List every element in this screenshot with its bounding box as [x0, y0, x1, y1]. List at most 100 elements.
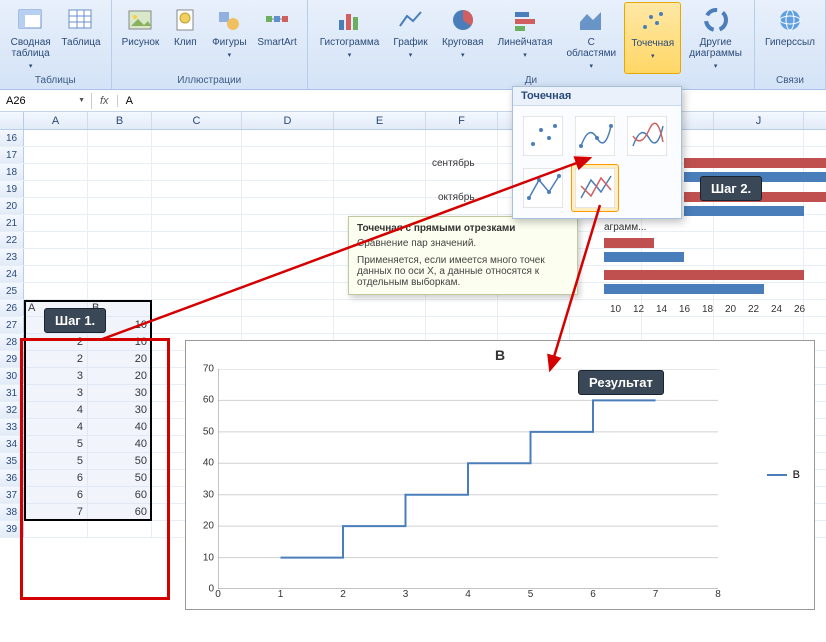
cell[interactable]	[334, 181, 426, 197]
cell[interactable]	[334, 164, 426, 180]
col-header-E[interactable]: E	[334, 112, 426, 129]
cell[interactable]: 5	[24, 453, 88, 469]
row-header[interactable]: 25	[0, 283, 24, 299]
cell[interactable]	[24, 266, 88, 282]
scatter-straight-markers[interactable]	[519, 164, 567, 212]
cell[interactable]: 50	[88, 470, 152, 486]
col-header-C[interactable]: C	[152, 112, 242, 129]
cell[interactable]	[152, 164, 242, 180]
cell[interactable]: 50	[88, 453, 152, 469]
cell[interactable]	[570, 317, 642, 333]
cell[interactable]	[242, 181, 334, 197]
cell[interactable]: 2	[24, 351, 88, 367]
cell[interactable]	[24, 181, 88, 197]
row-header[interactable]: 19	[0, 181, 24, 197]
cell[interactable]: 4	[24, 419, 88, 435]
cell[interactable]	[714, 215, 804, 231]
col-header-B[interactable]: B	[88, 112, 152, 129]
pivot-table-button[interactable]: Сводная таблица ▾	[6, 2, 55, 74]
cell[interactable]: 3	[24, 368, 88, 384]
cell[interactable]	[426, 300, 498, 316]
scatter-smooth-markers[interactable]	[571, 112, 619, 160]
scatter-chart-button[interactable]: Точечная ▾	[624, 2, 681, 74]
table-button[interactable]: Таблица	[57, 2, 104, 74]
cell[interactable]: 7	[24, 504, 88, 520]
cell[interactable]	[88, 147, 152, 163]
cell[interactable]	[714, 317, 804, 333]
chart[interactable]: B 010203040506070 012345678 B	[185, 340, 815, 610]
cell[interactable]	[152, 198, 242, 214]
row-header[interactable]: 30	[0, 368, 24, 384]
cell[interactable]	[242, 300, 334, 316]
cell[interactable]: 40	[88, 419, 152, 435]
row-header[interactable]: 24	[0, 266, 24, 282]
cell[interactable]	[242, 317, 334, 333]
cell[interactable]	[334, 198, 426, 214]
cell[interactable]	[24, 164, 88, 180]
cell[interactable]: 5	[24, 436, 88, 452]
cell[interactable]	[714, 249, 804, 265]
cell[interactable]	[24, 232, 88, 248]
cell[interactable]	[88, 215, 152, 231]
row-header[interactable]: 38	[0, 504, 24, 520]
cell[interactable]	[152, 249, 242, 265]
row-header[interactable]: 29	[0, 351, 24, 367]
cell[interactable]	[242, 266, 334, 282]
cell[interactable]	[152, 130, 242, 146]
cell[interactable]: 4	[24, 402, 88, 418]
cell[interactable]: 6	[24, 470, 88, 486]
row-header[interactable]: 18	[0, 164, 24, 180]
cell[interactable]	[24, 215, 88, 231]
row-header[interactable]: 26	[0, 300, 24, 316]
pie-chart-button[interactable]: Круговая ▾	[436, 2, 490, 74]
col-header-D[interactable]: D	[242, 112, 334, 129]
cell[interactable]: 3	[24, 385, 88, 401]
row-header[interactable]: 33	[0, 419, 24, 435]
row-header[interactable]: 21	[0, 215, 24, 231]
cell[interactable]	[334, 130, 426, 146]
cell[interactable]	[242, 232, 334, 248]
cell[interactable]: 6	[24, 487, 88, 503]
cell[interactable]	[426, 317, 498, 333]
cell[interactable]	[642, 317, 714, 333]
cell[interactable]	[334, 300, 426, 316]
row-header[interactable]: 22	[0, 232, 24, 248]
bar-chart-button[interactable]: Линейчатая ▾	[492, 2, 559, 74]
hyperlink-button[interactable]: Гиперссыл	[761, 2, 819, 74]
row-header[interactable]: 17	[0, 147, 24, 163]
row-header[interactable]: 31	[0, 385, 24, 401]
cell[interactable]	[88, 198, 152, 214]
col-header-J[interactable]: J	[714, 112, 804, 129]
scatter-markers-only[interactable]	[519, 112, 567, 160]
shapes-button[interactable]: Фигуры ▾	[207, 2, 251, 74]
row-header[interactable]: 36	[0, 470, 24, 486]
cell[interactable]	[88, 249, 152, 265]
cell[interactable]	[24, 198, 88, 214]
cell[interactable]	[242, 215, 334, 231]
cell[interactable]	[242, 164, 334, 180]
cell[interactable]	[24, 521, 88, 537]
select-all-corner[interactable]	[0, 112, 24, 129]
row-header[interactable]: 37	[0, 487, 24, 503]
col-header-A[interactable]: A	[24, 112, 88, 129]
cell[interactable]	[152, 147, 242, 163]
cell[interactable]	[498, 317, 570, 333]
cell[interactable]	[88, 521, 152, 537]
cell[interactable]	[152, 232, 242, 248]
cell[interactable]	[24, 249, 88, 265]
area-chart-button[interactable]: С областями ▾	[560, 2, 622, 74]
row-header[interactable]: 35	[0, 453, 24, 469]
cell[interactable]	[24, 147, 88, 163]
cell[interactable]	[426, 130, 498, 146]
cell[interactable]	[714, 232, 804, 248]
cell[interactable]	[714, 130, 804, 146]
fx-icon[interactable]: fx	[92, 95, 118, 107]
cell[interactable]	[152, 317, 242, 333]
picture-button[interactable]: Рисунок	[118, 2, 164, 74]
cell[interactable]	[498, 300, 570, 316]
cell[interactable]	[242, 130, 334, 146]
scatter-straight-lines[interactable]	[571, 164, 619, 212]
smartart-button[interactable]: SmartArt	[253, 2, 300, 74]
cell[interactable]	[24, 130, 88, 146]
cell[interactable]	[242, 249, 334, 265]
